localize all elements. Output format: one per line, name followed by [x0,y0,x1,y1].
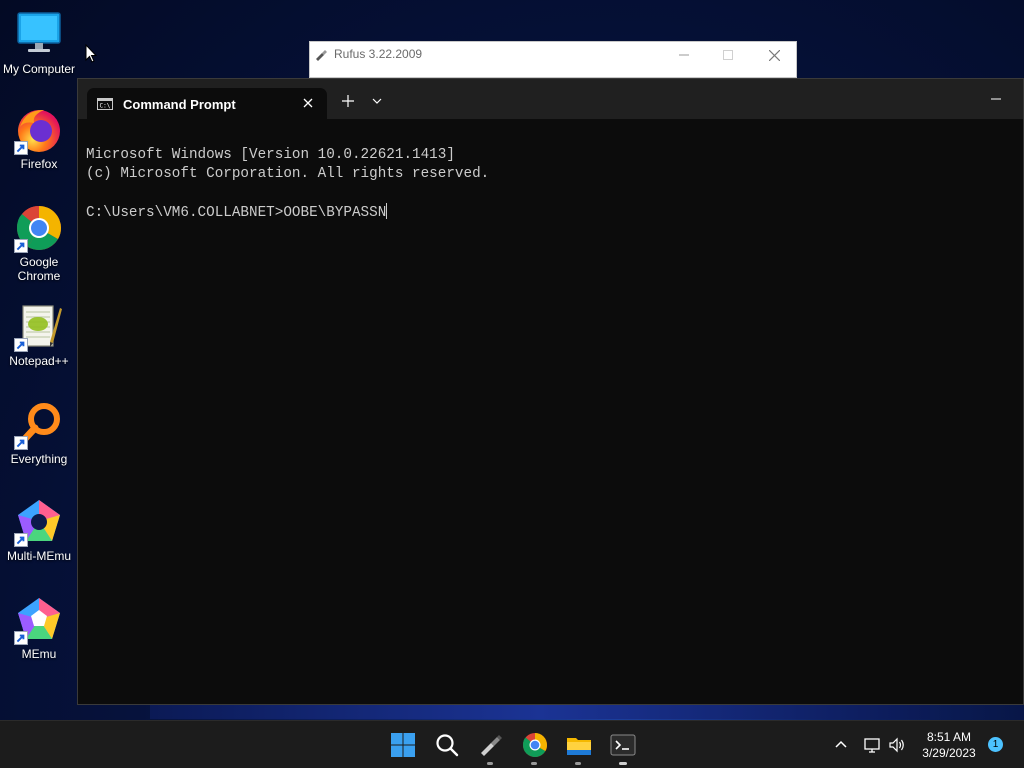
shortcut-arrow-icon [14,338,28,352]
search-icon [436,734,459,757]
taskbar-app-file-explorer[interactable] [565,731,593,765]
usb-drive-icon [314,47,328,61]
notification-badge[interactable]: 1 [988,737,1003,752]
terminal-icon [610,734,636,756]
taskbar: 8:51 AM 3/29/2023 1 [0,720,1024,768]
clock-time: 8:51 AM [926,730,972,744]
tab-label: Command Prompt [123,96,236,112]
monitor-icon [14,10,64,60]
taskbar-clock[interactable]: 8:51 AM 3/29/2023 [914,729,984,761]
text-cursor [386,203,388,219]
background-window-edge [150,705,930,719]
shortcut-arrow-icon [14,141,28,155]
running-indicator [531,762,537,765]
close-icon [768,49,780,61]
terminal-line: (c) Microsoft Corporation. All rights re… [86,166,490,182]
rufus-close-button[interactable] [752,42,796,68]
notepadpp-icon [14,302,64,352]
desktop-icon-memu[interactable]: MEmu [0,595,78,661]
mouse-pointer-icon [85,43,98,64]
rufus-window[interactable]: Rufus 3.22.2009 [309,41,797,78]
taskbar-app-rufus[interactable] [477,731,505,765]
new-tab-button[interactable] [340,93,356,109]
desktop-icon-everything[interactable]: Everything [0,400,78,466]
volume-icon [889,737,904,753]
file-explorer-icon [567,738,591,755]
start-button[interactable] [389,731,417,759]
running-indicator [575,762,581,765]
chrome-icon [14,203,64,253]
network-icon [864,738,880,753]
desktop-icon-firefox[interactable]: Firefox [0,105,78,171]
chevron-down-icon[interactable] [372,97,382,105]
minimize-icon [679,54,689,56]
svg-text:C:\: C:\ [100,103,111,110]
network-button[interactable] [863,736,881,754]
chevron-up-icon [835,740,847,748]
close-icon[interactable] [301,96,315,110]
firefox-icon [14,105,64,155]
desktop-icon-notepadpp[interactable]: Notepad++ [0,302,78,368]
desktop-icon-my-computer[interactable]: My Computer [0,10,78,76]
running-indicator [619,762,627,765]
shortcut-arrow-icon [14,631,28,645]
multi-memu-icon [14,497,64,547]
shortcut-arrow-icon [14,533,28,547]
usb-drive-icon [481,735,502,756]
desktop-icon-multi-memu[interactable]: Multi-MEmu [0,497,78,563]
shortcut-arrow-icon [14,436,28,450]
running-indicator [487,762,493,765]
taskbar-app-terminal[interactable] [609,731,637,765]
rufus-title: Rufus 3.22.2009 [334,47,423,61]
desktop-icon-google-chrome[interactable]: Google Chrome [0,203,78,283]
terminal-output[interactable]: Microsoft Windows [Version 10.0.22621.14… [86,127,1015,261]
taskbar-app-chrome[interactable] [521,731,549,765]
show-hidden-icons-button[interactable] [832,736,850,754]
terminal-window[interactable]: C:\ Command Prompt Microsoft Windows [Ve… [77,78,1024,705]
volume-button[interactable] [888,736,906,754]
terminal-titlebar[interactable]: C:\ Command Prompt [78,79,1023,120]
shortcut-arrow-icon [14,239,28,253]
command-prompt-icon: C:\ [97,98,113,110]
memu-icon [14,595,64,645]
rufus-minimize-button[interactable] [662,42,706,68]
rufus-maximize-button[interactable] [706,42,750,68]
start-icon [391,733,415,757]
chrome-icon [523,733,547,758]
tab-command-prompt[interactable]: C:\ Command Prompt [87,88,327,120]
maximize-icon [723,50,733,60]
terminal-command-input[interactable]: C:\Users\VM6.COLLABNET>OOBE\BYPASSN [86,205,386,221]
desktop-icon-label: My Computer [2,62,76,76]
terminal-line: Microsoft Windows [Version 10.0.22621.14… [86,147,455,163]
terminal-prompt-line[interactable]: C:\Users\VM6.COLLABNET>OOBE\BYPASSN [86,203,1015,223]
clock-date: 3/29/2023 [922,746,976,760]
taskbar-search-button[interactable] [433,731,461,759]
everything-search-icon [14,400,64,450]
minimize-button[interactable] [989,93,1003,105]
